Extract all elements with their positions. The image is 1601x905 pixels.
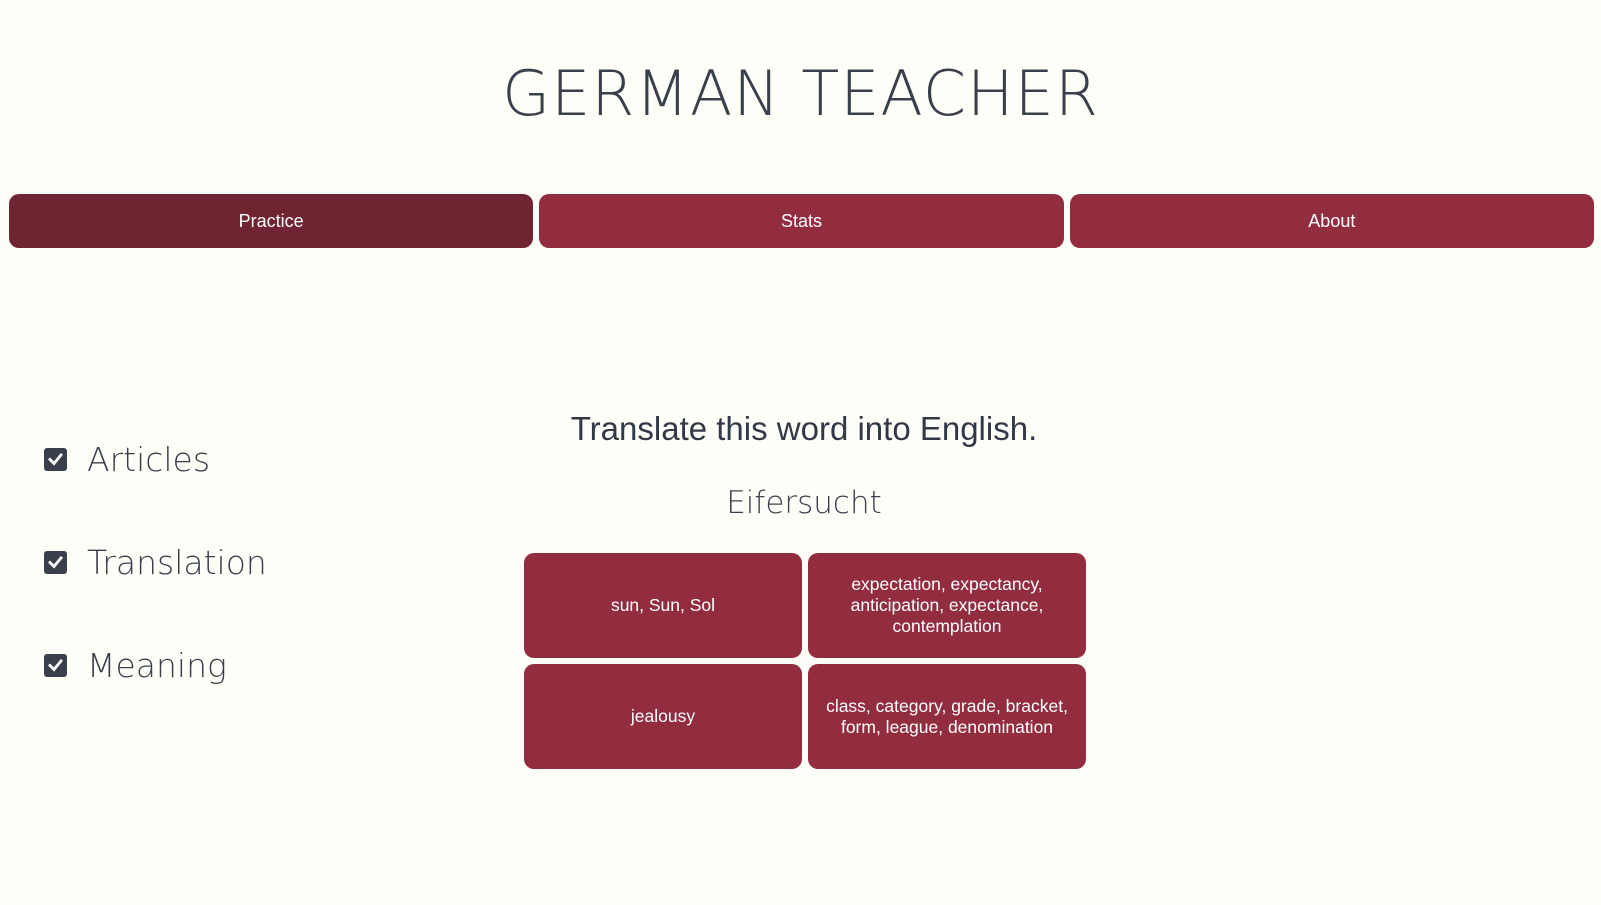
option-label-meaning: Meaning — [87, 646, 227, 685]
checkmark-icon — [48, 556, 63, 569]
answer-button-4[interactable]: class, category, grade, bracket, form, l… — [808, 664, 1086, 769]
quiz-word: Eifersucht — [726, 485, 882, 521]
translation-checkbox[interactable] — [44, 551, 67, 574]
tab-about[interactable]: About — [1069, 194, 1594, 248]
quiz-prompt: Translate this word into English. — [570, 410, 1038, 447]
tab-stats[interactable]: Stats — [539, 194, 1064, 248]
option-label-articles: Articles — [87, 440, 211, 479]
meaning-checkbox[interactable] — [44, 654, 67, 677]
checkmark-icon — [48, 659, 63, 672]
checkmark-icon — [48, 453, 63, 466]
option-meaning[interactable]: Meaning — [44, 646, 227, 685]
answer-grid: sun, Sun, Sol expectation, expectancy, a… — [524, 553, 1086, 769]
option-translation[interactable]: Translation — [44, 543, 267, 582]
answer-button-1[interactable]: sun, Sun, Sol — [524, 553, 802, 658]
articles-checkbox[interactable] — [44, 448, 67, 471]
app-title: GERMAN TEACHER — [502, 57, 1099, 130]
answer-button-3[interactable]: jealousy — [524, 664, 802, 769]
tab-practice[interactable]: Practice — [9, 194, 534, 248]
option-label-translation: Translation — [87, 543, 267, 582]
option-articles[interactable]: Articles — [44, 440, 210, 479]
answer-button-2[interactable]: expectation, expectancy, anticipation, e… — [808, 553, 1086, 658]
main-nav: Practice Stats About — [9, 194, 1594, 248]
